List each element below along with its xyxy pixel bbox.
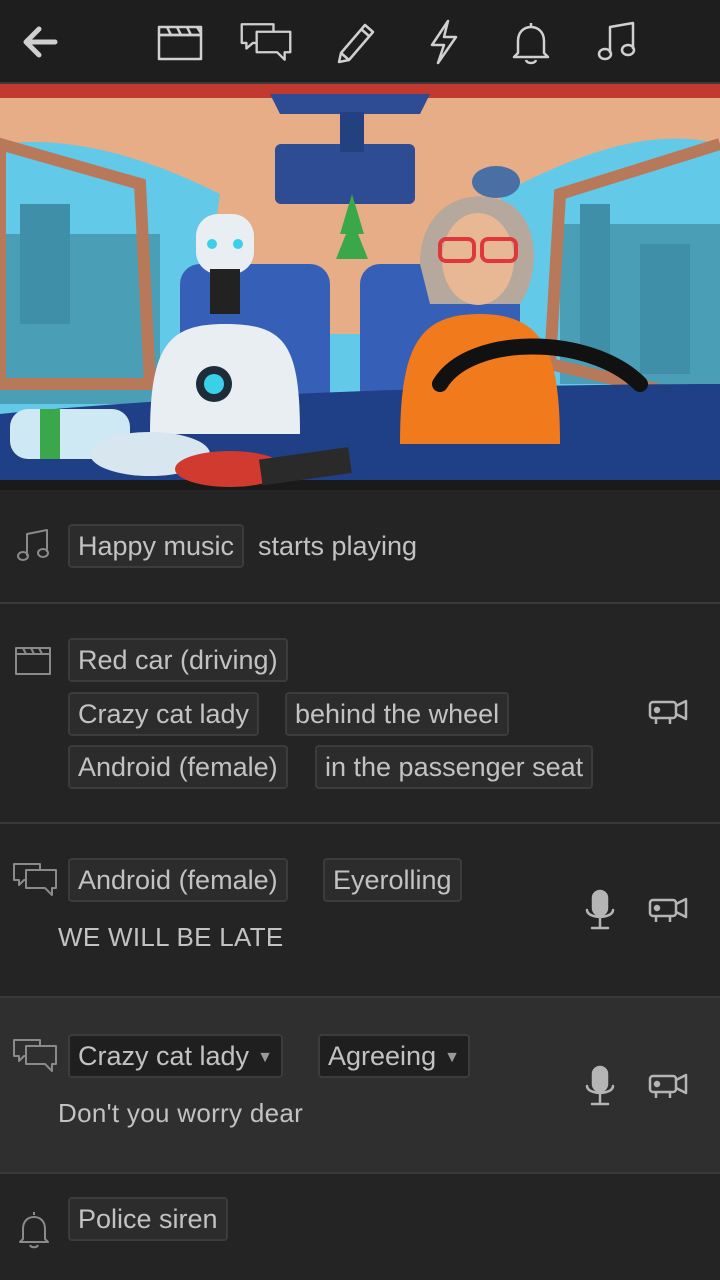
scene-illustration — [0, 84, 720, 490]
camera-icon[interactable] — [644, 688, 692, 736]
position-chip-driver[interactable]: behind the wheel — [285, 692, 510, 736]
microphone-icon[interactable] — [576, 1062, 624, 1110]
microphone-icon[interactable] — [576, 886, 624, 934]
dialogue-row-2[interactable]: Crazy cat lady ▼ Agreeing ▼ Don't you worr… — [0, 998, 720, 1174]
speech-bubbles-icon[interactable] — [238, 14, 294, 70]
dialogue-row-1[interactable]: Android (female) Eyerolling WE WILL BE L… — [0, 824, 720, 998]
dropdown-caret-icon: ▼ — [257, 1049, 273, 1066]
dialogue-2-emotion-label: Agreeing — [328, 1041, 437, 1071]
dialogue-1-emotion-chip[interactable]: Eyerolling — [323, 858, 462, 902]
character-chip-android[interactable]: Android (female) — [68, 745, 288, 789]
speech-bubbles-icon — [12, 858, 60, 902]
scene-preview[interactable] — [0, 84, 720, 490]
dialogue-2-character-dropdown[interactable]: Crazy cat lady ▼ — [68, 1034, 283, 1078]
bell-icon — [12, 1208, 56, 1252]
dropdown-caret-icon: ▼ — [444, 1049, 460, 1066]
music-note-icon[interactable] — [590, 14, 646, 70]
scene-setup-row[interactable]: Red car (driving) Crazy cat lady behind … — [0, 604, 720, 824]
music-note-icon — [12, 524, 56, 568]
clapperboard-icon[interactable] — [152, 14, 208, 70]
script-list: Happy music starts playing Red car (driv… — [0, 490, 720, 1280]
music-description: starts playing — [258, 531, 418, 561]
dialogue-2-line[interactable]: Don't you worry dear — [58, 1098, 303, 1129]
pencil-icon[interactable] — [328, 14, 384, 70]
dialogue-2-emotion-dropdown[interactable]: Agreeing ▼ — [318, 1034, 470, 1078]
position-chip-passenger[interactable]: in the passenger seat — [315, 745, 594, 789]
dialogue-1-line[interactable]: WE WILL BE LATE — [58, 922, 284, 953]
location-chip[interactable]: Red car (driving) — [68, 638, 288, 682]
character-chip-cat-lady[interactable]: Crazy cat lady — [68, 692, 260, 736]
music-chip[interactable]: Happy music — [68, 524, 245, 568]
speech-bubbles-icon — [12, 1034, 60, 1078]
camera-icon[interactable] — [644, 886, 692, 934]
clapperboard-icon — [12, 638, 56, 682]
dialogue-1-character-chip[interactable]: Android (female) — [68, 858, 288, 902]
lightning-icon[interactable] — [415, 14, 471, 70]
back-arrow-icon[interactable] — [12, 14, 68, 70]
sound-effect-chip[interactable]: Police siren — [68, 1197, 228, 1241]
camera-icon[interactable] — [644, 1062, 692, 1110]
bell-icon[interactable] — [503, 14, 559, 70]
music-row[interactable]: Happy music starts playing — [0, 490, 720, 604]
sound-effect-row[interactable]: Police siren — [0, 1174, 720, 1280]
dialogue-2-character-label: Crazy cat lady — [78, 1041, 250, 1071]
top-toolbar — [0, 0, 720, 84]
